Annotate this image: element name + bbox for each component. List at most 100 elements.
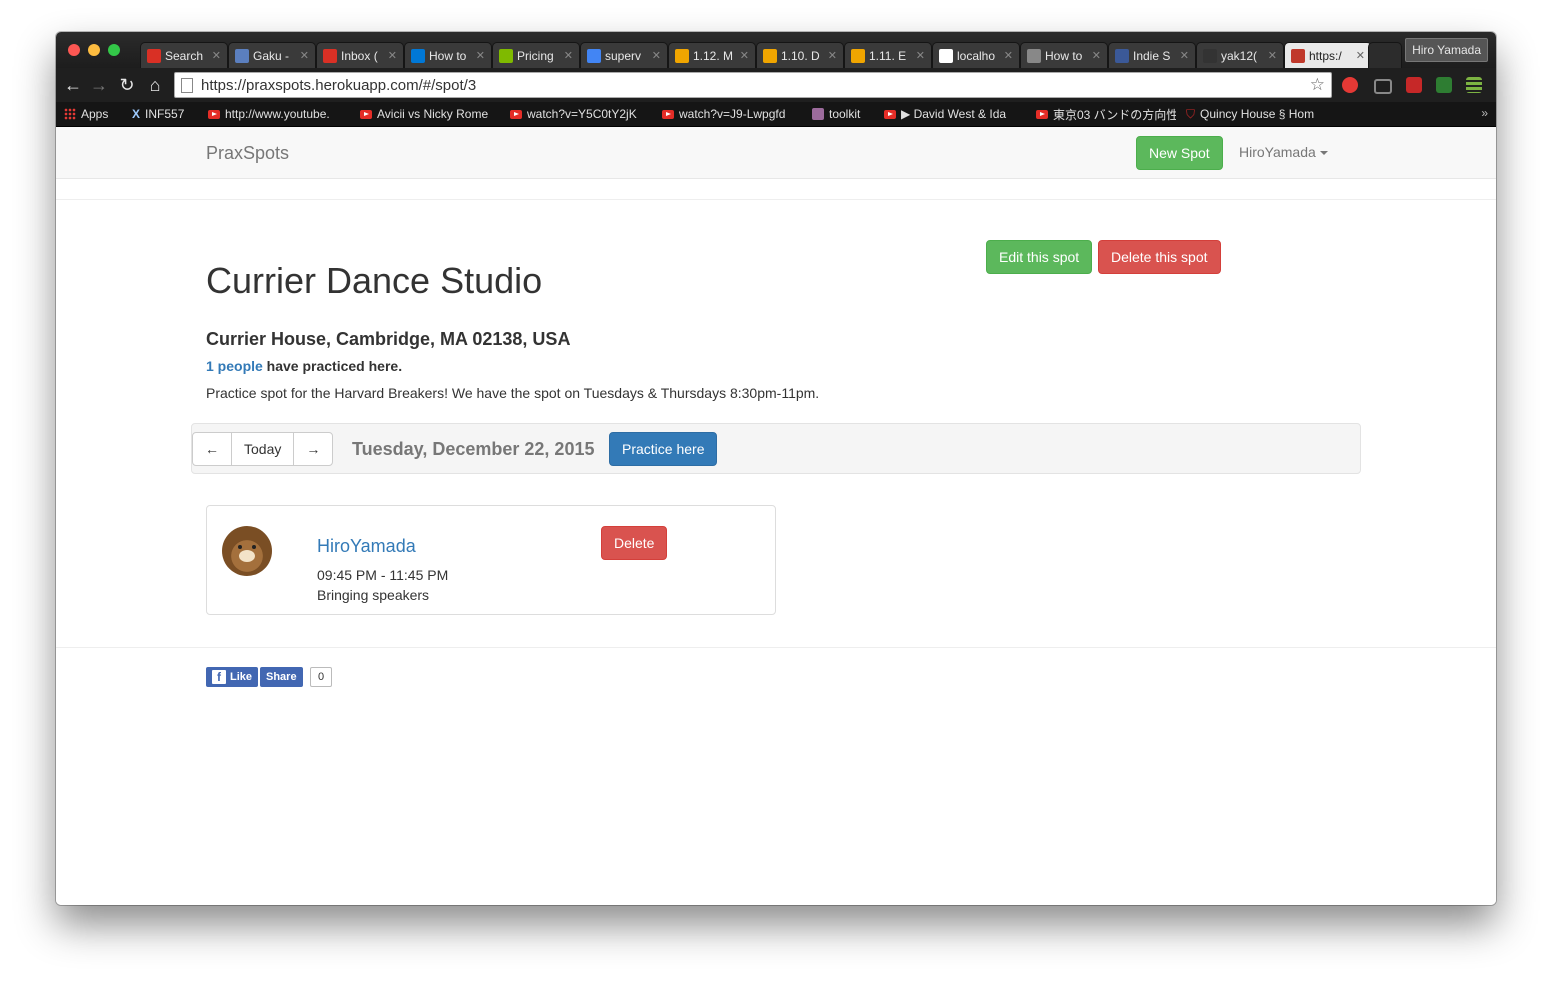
tab-title: yak12(: [1221, 48, 1258, 63]
close-tab-icon[interactable]: ✕: [740, 49, 749, 62]
address-bar[interactable]: ☆: [174, 72, 1332, 98]
bookmark-label: INF557: [145, 107, 185, 121]
home-icon[interactable]: ⌂: [144, 75, 166, 95]
browser-tab[interactable]: How to ✕: [404, 42, 492, 68]
facebook-like-button[interactable]: f Like: [206, 667, 259, 687]
browser-tab[interactable]: Pricing ✕: [492, 42, 580, 68]
avatar-snout: [239, 550, 255, 562]
previous-day-button[interactable]: ←: [192, 432, 232, 466]
spot-address: Currier House, Cambridge, MA 02138, USA: [206, 329, 571, 349]
bookmark-item[interactable]: watch?v=Y5C0tY2jK: [510, 106, 650, 122]
bookmark-extension-icon[interactable]: [1406, 77, 1422, 93]
bookmark-item[interactable]: Apps: [64, 106, 124, 122]
new-spot-button[interactable]: New Spot: [1136, 136, 1223, 170]
date-button-group: ← Today →: [192, 432, 334, 466]
forward-arrow-icon[interactable]: →: [88, 75, 110, 95]
divider: [56, 199, 1496, 200]
bookmark-star-icon[interactable]: ☆: [1310, 75, 1325, 95]
bookmark-label: Apps: [81, 107, 109, 121]
browser-tab[interactable]: localho ✕: [932, 42, 1020, 68]
bookmark-item[interactable]: watch?v=J9-Lwpgfd: [662, 106, 802, 122]
share-label: Share: [260, 667, 303, 687]
user-menu-dropdown[interactable]: HiroYamada: [1239, 144, 1328, 160]
facebook-icon: [1115, 48, 1129, 63]
browser-tab[interactable]: Search ✕: [140, 42, 228, 68]
people-link[interactable]: 1 people: [206, 358, 263, 374]
bookmark-item[interactable]: ▶ David West & Ida: [884, 106, 1024, 122]
next-day-button[interactable]: →: [293, 432, 334, 466]
edit-spot-button[interactable]: Edit this spot: [986, 240, 1093, 274]
tab-title: Gaku -: [253, 48, 290, 63]
bookmark-label: Avicii vs Nicky Rome: [377, 107, 489, 121]
bookmark-label: watch?v=Y5C0tY2jK: [527, 107, 637, 121]
close-tab-icon[interactable]: ✕: [916, 49, 925, 62]
close-tab-icon[interactable]: ✕: [1268, 49, 1277, 62]
bookmark-item[interactable]: toolkit: [812, 106, 874, 122]
bookmark-item[interactable]: 東京03 バンドの方向性: [1036, 106, 1176, 122]
profile-button[interactable]: Hiro Yamada: [1405, 38, 1488, 62]
today-button[interactable]: Today: [231, 432, 295, 466]
adblock-extension-icon[interactable]: [1342, 77, 1358, 93]
bookmark-item[interactable]: ⛉ Quincy House § Hom: [1186, 106, 1326, 122]
tab-title: https:/: [1309, 48, 1342, 63]
practiced-suffix: have practiced here.: [262, 358, 403, 374]
minimize-window-button[interactable]: [88, 44, 100, 56]
reload-icon[interactable]: ↻: [116, 75, 138, 95]
close-tab-icon[interactable]: ✕: [476, 49, 485, 62]
tab-title: Indie S: [1133, 48, 1171, 63]
back-arrow-icon[interactable]: ←: [62, 75, 84, 95]
close-tab-icon[interactable]: ✕: [1092, 49, 1101, 62]
brand-link[interactable]: PraxSpots: [206, 143, 289, 164]
shield-icon: ⛉: [1186, 106, 1196, 121]
youtube-icon: [360, 109, 372, 119]
browser-tab[interactable]: Gaku - ✕: [228, 42, 316, 68]
avatar-eye: [238, 545, 242, 549]
close-tab-icon[interactable]: ✕: [828, 49, 837, 62]
browser-tab[interactable]: 1.12. M ✕: [668, 42, 756, 68]
browser-tab[interactable]: https:/ ✕: [1284, 42, 1372, 68]
browser-tab[interactable]: yak12( ✕: [1196, 42, 1284, 68]
facebook-share-button[interactable]: Share: [260, 667, 303, 687]
close-window-button[interactable]: [68, 44, 80, 56]
browser-tab[interactable]: Inbox (✕: [316, 42, 404, 68]
browser-tab[interactable]: How to ✕: [1020, 42, 1108, 68]
delete-spot-button[interactable]: Delete this spot: [1098, 240, 1221, 274]
browser-tab[interactable]: 1.11. E ✕: [844, 42, 932, 68]
session-user-link[interactable]: HiroYamada: [317, 536, 416, 557]
close-tab-icon[interactable]: ✕: [300, 49, 309, 62]
user-menu-label: HiroYamada: [1239, 144, 1316, 160]
page-icon: [181, 78, 193, 93]
new-tab-button[interactable]: [1368, 42, 1402, 68]
browser-tab[interactable]: superv ✕: [580, 42, 668, 68]
bookmark-label: watch?v=J9-Lwpgfd: [679, 107, 786, 121]
checkmark-extension-icon[interactable]: [1436, 77, 1452, 93]
close-tab-icon[interactable]: ✕: [652, 49, 661, 62]
bookmark-item[interactable]: http://www.youtube.: [208, 106, 348, 122]
youtube-icon: [662, 109, 674, 119]
tab-title: How to: [429, 48, 467, 63]
web-page: PraxSpots New Spot HiroYamada Edit this …: [56, 127, 1496, 905]
share-count: 0: [310, 667, 332, 687]
url-input[interactable]: [201, 75, 1301, 95]
close-tab-icon[interactable]: ✕: [1004, 49, 1013, 62]
zoom-window-button[interactable]: [108, 44, 120, 56]
spot-description: Practice spot for the Harvard Breakers! …: [206, 385, 820, 401]
bookmark-item[interactable]: Avicii vs Nicky Rome: [360, 106, 500, 122]
bookmark-item[interactable]: X INF557: [132, 106, 202, 122]
close-tab-icon[interactable]: ✕: [388, 49, 397, 62]
bookmarks-overflow-icon[interactable]: »: [1481, 106, 1488, 120]
tab-title: Search: [165, 48, 204, 63]
practice-session-card: HiroYamada 09:45 PM - 11:45 PM Bringing …: [206, 505, 776, 615]
close-tab-icon[interactable]: ✕: [212, 49, 221, 62]
cast-icon[interactable]: [1374, 79, 1392, 94]
close-tab-icon[interactable]: ✕: [1356, 49, 1365, 62]
menu-icon[interactable]: [1466, 77, 1482, 93]
doc-icon: [851, 48, 865, 63]
browser-tab[interactable]: Indie S ✕: [1108, 42, 1196, 68]
close-tab-icon[interactable]: ✕: [1180, 49, 1189, 62]
delete-session-button[interactable]: Delete: [601, 526, 668, 560]
close-tab-icon[interactable]: ✕: [564, 49, 573, 62]
praxspots-icon: [1291, 48, 1305, 63]
practice-here-button[interactable]: Practice here: [609, 432, 718, 466]
browser-tab[interactable]: 1.10. D ✕: [756, 42, 844, 68]
